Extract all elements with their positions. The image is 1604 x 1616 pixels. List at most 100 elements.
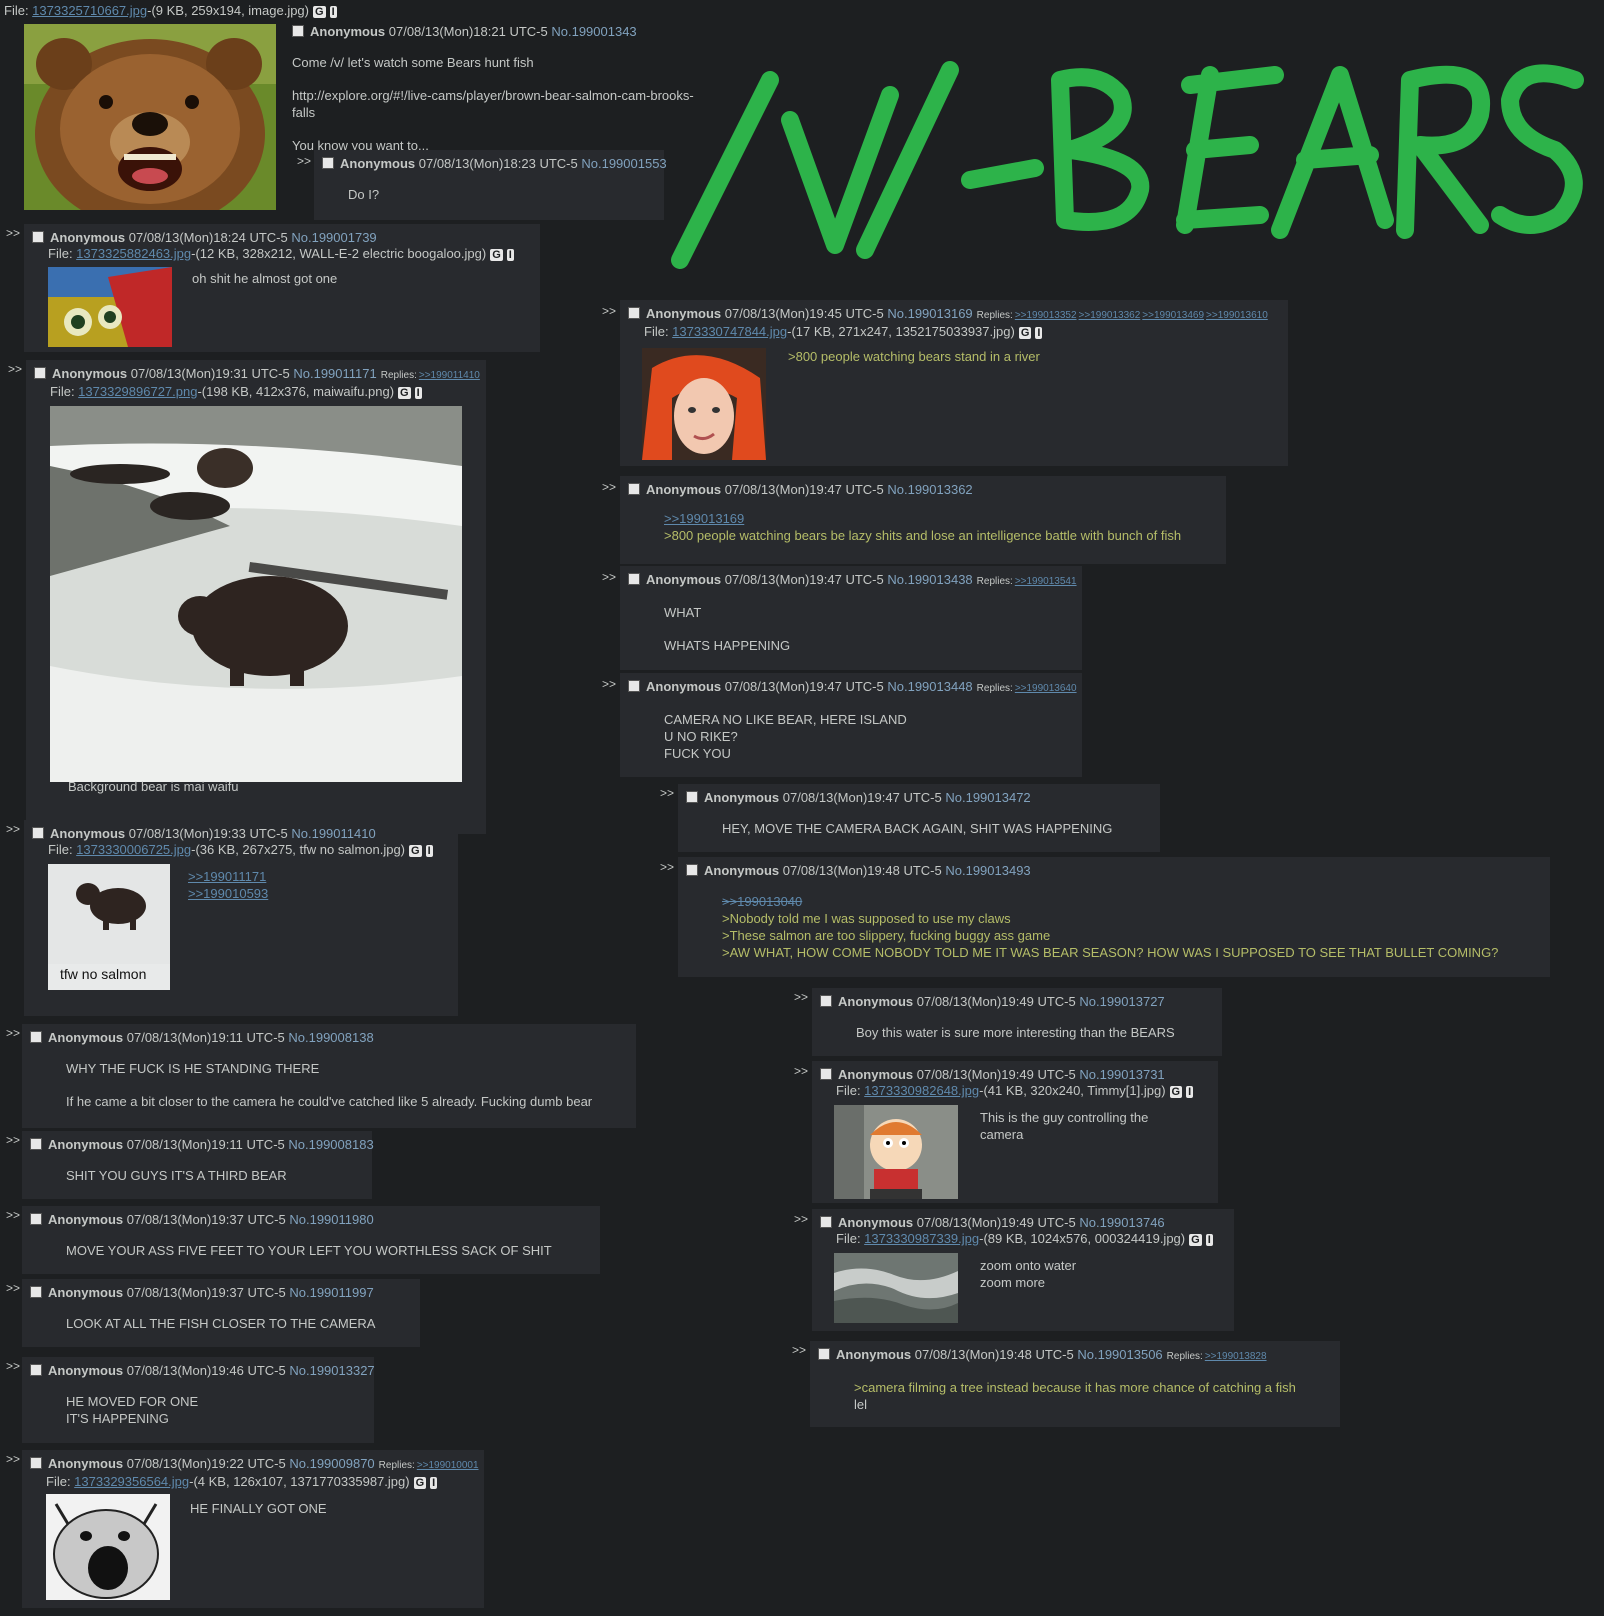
post-number[interactable]: No.199013362 (887, 482, 972, 497)
post-number[interactable]: No.199009870 (289, 1456, 374, 1471)
file-link[interactable]: 1373330987339.jpg (864, 1231, 979, 1246)
google-search-icon[interactable]: G (1169, 1086, 1183, 1098)
post-header: Anonymous 07/08/13(Mon)19:37 UTC-5 No.19… (30, 1212, 592, 1228)
post-checkbox[interactable] (30, 1457, 42, 1469)
post-header: Anonymous 07/08/13(Mon)19:49 UTC-5 No.19… (820, 1067, 1210, 1083)
post-date: 07/08/13(Mon)19:47 UTC-5 (724, 482, 884, 497)
post-thumbnail[interactable] (834, 1105, 958, 1199)
post-number[interactable]: No.199011171 (293, 366, 376, 381)
post-number[interactable]: No.199013327 (289, 1363, 374, 1378)
post-number[interactable]: No.199013448 (887, 679, 972, 694)
post-number[interactable]: No.199001739 (291, 230, 376, 245)
greentext-line: >800 people watching bears stand in a ri… (788, 349, 1040, 364)
reply-backlink[interactable]: >>199013640 (1015, 683, 1077, 694)
quote-link[interactable]: >>199011171 (188, 868, 268, 885)
post-checkbox[interactable] (686, 791, 698, 803)
file-link[interactable]: 1373329896727.png (78, 384, 197, 399)
post-checkbox[interactable] (32, 827, 44, 839)
file-link[interactable]: 1373329356564.jpg (74, 1474, 189, 1489)
post-thumbnail[interactable] (642, 348, 766, 460)
post-thumbnail[interactable]: tfw no salmon (48, 864, 170, 990)
file-link[interactable]: 1373325882463.jpg (76, 246, 191, 261)
post-number[interactable]: No.199013169 (887, 306, 972, 321)
post-thumbnail[interactable] (48, 267, 172, 347)
iqdb-search-icon[interactable]: I (430, 1477, 438, 1489)
file-link[interactable]: 1373330006725.jpg (76, 842, 191, 857)
post-thumbnail[interactable] (834, 1253, 958, 1323)
post-checkbox[interactable] (820, 995, 832, 1007)
dead-quote-link[interactable]: >>199013040 (722, 893, 1542, 910)
post-number[interactable]: No.199011980 (289, 1212, 373, 1227)
post-checkbox[interactable] (628, 573, 640, 585)
google-search-icon[interactable]: G (490, 249, 503, 261)
op-file-link[interactable]: 1373325710667.jpg (32, 3, 147, 18)
google-search-icon[interactable]: G (1018, 327, 1032, 339)
post-checkbox[interactable] (30, 1213, 42, 1225)
iqdb-search-icon[interactable]: I (1186, 1086, 1194, 1098)
reply-backlink[interactable]: >>199013828 (1205, 1351, 1267, 1362)
post-199011980: Anonymous 07/08/13(Mon)19:37 UTC-5 No.19… (22, 1206, 600, 1274)
reply-arrow: >> (602, 570, 617, 584)
post-checkbox[interactable] (686, 864, 698, 876)
post-checkbox[interactable] (322, 157, 334, 169)
post-number[interactable]: No.199008183 (288, 1137, 373, 1152)
reply-backlink[interactable]: >>199013352 (1015, 310, 1077, 321)
google-search-icon[interactable]: G (313, 6, 326, 18)
post-checkbox[interactable] (30, 1286, 42, 1298)
post-number[interactable]: No.199013727 (1079, 994, 1164, 1009)
iqdb-search-icon[interactable]: I (1035, 327, 1043, 339)
post-checkbox[interactable] (628, 307, 640, 319)
iqdb-search-icon[interactable]: I (425, 845, 433, 857)
post-number[interactable]: No.199011997 (289, 1285, 373, 1300)
op-image-bear[interactable] (24, 24, 276, 210)
post-number[interactable]: No.199008138 (288, 1030, 373, 1045)
op-checkbox[interactable] (292, 25, 304, 37)
post-number[interactable]: No.199011410 (291, 826, 375, 841)
post-number[interactable]: No.199013731 (1079, 1067, 1164, 1082)
op-line-2[interactable]: http://explore.org/#!/live-cams/player/b… (292, 87, 696, 121)
iqdb-search-icon[interactable]: I (506, 249, 514, 261)
post-number[interactable]: No.199013746 (1079, 1215, 1164, 1230)
google-search-icon[interactable]: G (398, 387, 411, 399)
post-thumbnail[interactable] (46, 1494, 170, 1600)
post-checkbox[interactable] (34, 367, 46, 379)
reply-backlink[interactable]: >>199013541 (1015, 576, 1077, 587)
reply-backlink[interactable]: >>199010001 (417, 1460, 479, 1471)
poster-name: Anonymous (646, 482, 722, 497)
post-number[interactable]: No.199013506 (1077, 1347, 1162, 1362)
poster-name: Anonymous (52, 366, 128, 381)
quote-link[interactable]: >>199013169 (664, 510, 1218, 527)
google-search-icon[interactable]: G (1189, 1234, 1202, 1246)
replies-label: Replies: (976, 310, 1013, 321)
file-link[interactable]: 1373330747844.jpg (672, 324, 787, 339)
quote-link[interactable]: >>199010593 (188, 885, 268, 902)
iqdb-search-icon[interactable]: I (1205, 1234, 1213, 1246)
post-message: HE MOVED FOR ONE IT'S HAPPENING (66, 1394, 199, 1426)
post-number[interactable]: No.199001553 (581, 156, 666, 171)
post-checkbox[interactable] (820, 1068, 832, 1080)
post-checkbox[interactable] (628, 680, 640, 692)
post-checkbox[interactable] (32, 231, 44, 243)
reply-backlink[interactable]: >>199013362 (1079, 310, 1141, 321)
post-199013727: Anonymous 07/08/13(Mon)19:49 UTC-5 No.19… (812, 988, 1222, 1056)
post-checkbox[interactable] (820, 1216, 832, 1228)
post-checkbox[interactable] (818, 1348, 830, 1360)
reply-backlink[interactable]: >>199013469 (1142, 310, 1204, 321)
post-number[interactable]: No.199013472 (945, 790, 1030, 805)
post-checkbox[interactable] (30, 1138, 42, 1150)
post-number[interactable]: No.199013438 (887, 572, 972, 587)
google-search-icon[interactable]: G (413, 1477, 427, 1489)
reply-backlink[interactable]: >>199013610 (1206, 310, 1268, 321)
post-number[interactable]: No.199013493 (945, 863, 1030, 878)
post-checkbox[interactable] (628, 483, 640, 495)
iqdb-search-icon[interactable]: I (414, 387, 422, 399)
post-number[interactable]: No.199001343 (551, 24, 636, 39)
file-link[interactable]: 1373330982648.jpg (864, 1083, 979, 1098)
post-checkbox[interactable] (30, 1364, 42, 1376)
iqdb-search-icon[interactable]: I (329, 6, 337, 18)
poster-name: Anonymous (704, 863, 780, 878)
google-search-icon[interactable]: G (409, 845, 422, 857)
post-checkbox[interactable] (30, 1031, 42, 1043)
post-image-waterfall-bears[interactable] (50, 406, 462, 782)
reply-backlink[interactable]: >>199011410 (419, 370, 480, 381)
